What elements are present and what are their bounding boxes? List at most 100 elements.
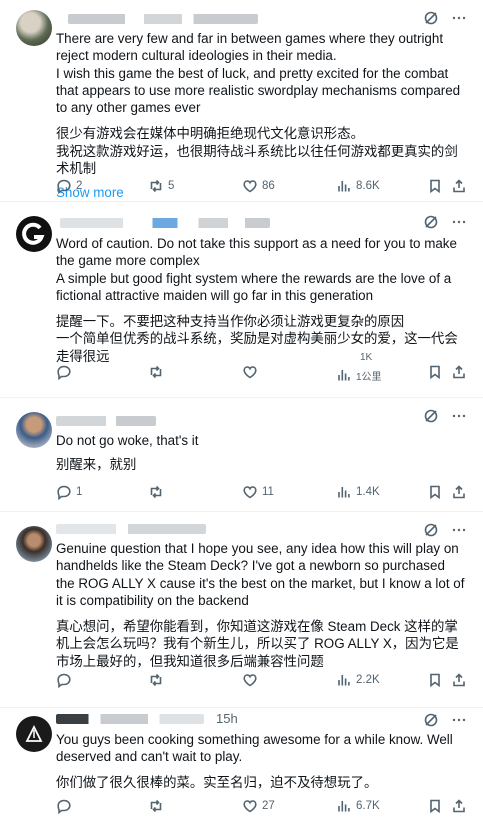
- tweet-header-actions: [423, 408, 467, 424]
- tweet-zh-text: 我祝这款游戏好运，也很期待战斗系统比以往任何游戏都更真实的剑术机制: [56, 143, 458, 177]
- author-name[interactable]: [56, 714, 204, 724]
- repost-button[interactable]: [148, 672, 164, 688]
- tweet-en-text: There are very few and far in between ga…: [56, 31, 444, 64]
- like-button[interactable]: 27: [242, 798, 275, 814]
- author-name[interactable]: [68, 14, 258, 24]
- like-count: 27: [262, 800, 275, 812]
- tweet-header-actions: [423, 214, 467, 230]
- reply-button[interactable]: [56, 798, 72, 814]
- author-name[interactable]: [56, 416, 156, 426]
- bookmark-button[interactable]: [427, 364, 443, 380]
- avatar[interactable]: [16, 526, 52, 562]
- tweet-header-actions: [423, 10, 467, 26]
- repost-button[interactable]: [148, 798, 164, 814]
- bookmark-icon: [427, 484, 443, 500]
- share-button[interactable]: [451, 798, 467, 814]
- reply-icon: [56, 178, 72, 194]
- grok-icon[interactable]: [423, 408, 439, 424]
- like-icon: [242, 364, 258, 380]
- view-count-primary: 1K: [360, 352, 373, 363]
- repost-button[interactable]: [148, 484, 164, 500]
- share-button[interactable]: [451, 178, 467, 194]
- tweet-en-text: I wish this game the best of luck, and p…: [56, 65, 461, 116]
- view-count: 1K 1公里: [356, 352, 382, 384]
- view-count-secondary: 1公里: [356, 372, 382, 383]
- avatar[interactable]: [16, 716, 52, 752]
- share-icon: [451, 672, 467, 688]
- like-button[interactable]: [242, 364, 258, 380]
- bookmark-button[interactable]: [427, 798, 443, 814]
- view-count: 1.4K: [356, 486, 380, 498]
- repost-icon: [148, 364, 164, 380]
- views-button[interactable]: 1.4K: [336, 484, 380, 500]
- reply-button[interactable]: [56, 364, 72, 380]
- like-button[interactable]: 11: [242, 484, 274, 500]
- author-name[interactable]: [56, 524, 206, 534]
- bookmark-icon: [427, 178, 443, 194]
- tweet-header-actions: [423, 712, 467, 728]
- repost-icon: [148, 798, 164, 814]
- share-button[interactable]: [451, 484, 467, 500]
- reply-button[interactable]: 2: [56, 178, 82, 194]
- tweet-text: Word of caution. Do not take this suppor…: [56, 235, 465, 365]
- avatar[interactable]: [16, 216, 52, 252]
- more-icon[interactable]: [451, 10, 467, 26]
- tweet-actions: 27 6.7K: [50, 798, 469, 818]
- tweet[interactable]: Do not go woke, that's it 别醒来，就别 1 11 1.…: [0, 398, 483, 512]
- like-icon: [242, 178, 258, 194]
- tweet[interactable]: Word of caution. Do not take this suppor…: [0, 202, 483, 398]
- grok-icon[interactable]: [423, 522, 439, 538]
- bookmark-button[interactable]: [427, 484, 443, 500]
- repost-icon: [148, 484, 164, 500]
- tweet-text: You guys been cooking something awesome …: [56, 731, 465, 791]
- repost-icon: [148, 672, 164, 688]
- views-icon: [336, 178, 352, 194]
- tweet-zh-text: 很少有游戏会在媒体中明确拒绝现代文化意识形态。: [56, 126, 364, 142]
- like-button[interactable]: 86: [242, 178, 275, 194]
- views-button[interactable]: 1K 1公里: [336, 352, 382, 384]
- views-icon: [336, 672, 352, 688]
- views-button[interactable]: 8.6K: [336, 178, 380, 194]
- bookmark-button[interactable]: [427, 178, 443, 194]
- share-icon: [451, 364, 467, 380]
- grok-icon[interactable]: [423, 712, 439, 728]
- more-icon[interactable]: [451, 712, 467, 728]
- tweet[interactable]: 15h You guys been cooking something awes…: [0, 708, 483, 821]
- share-button[interactable]: [451, 672, 467, 688]
- more-icon[interactable]: [451, 214, 467, 230]
- tweet-text: Genuine question that I hope you see, an…: [56, 540, 465, 670]
- tweet[interactable]: There are very few and far in between ga…: [0, 0, 483, 202]
- bookmark-icon: [427, 798, 443, 814]
- tweet[interactable]: Genuine question that I hope you see, an…: [0, 512, 483, 708]
- tweet-header-actions: [423, 522, 467, 538]
- author-name[interactable]: [60, 218, 270, 228]
- reply-button[interactable]: 1: [56, 484, 82, 500]
- tweet-actions: 1K 1公里: [50, 352, 469, 383]
- view-count: 6.7K: [356, 800, 380, 812]
- reply-button[interactable]: [56, 672, 72, 688]
- like-icon: [242, 798, 258, 814]
- avatar[interactable]: [16, 10, 52, 46]
- views-button[interactable]: 6.7K: [336, 798, 380, 814]
- like-button[interactable]: [242, 672, 258, 688]
- tweet-en-text: Word of caution. Do not take this suppor…: [56, 236, 457, 269]
- grok-icon[interactable]: [423, 10, 439, 26]
- bookmark-button[interactable]: [427, 672, 443, 688]
- more-icon[interactable]: [451, 408, 467, 424]
- logo-icon: [17, 717, 51, 751]
- tweet-time[interactable]: 15h: [216, 711, 238, 726]
- bookmark-icon: [427, 364, 443, 380]
- share-button[interactable]: [451, 364, 467, 380]
- repost-button[interactable]: 5: [148, 178, 174, 194]
- reply-icon: [56, 484, 72, 500]
- repost-icon: [148, 178, 164, 194]
- views-button[interactable]: 2.2K: [336, 672, 380, 688]
- grok-icon[interactable]: [423, 214, 439, 230]
- avatar[interactable]: [16, 412, 52, 448]
- share-icon: [451, 178, 467, 194]
- repost-button[interactable]: [148, 364, 164, 380]
- tweet-en-text: Genuine question that I hope you see, an…: [56, 541, 465, 608]
- views-icon: [336, 484, 352, 500]
- more-icon[interactable]: [451, 522, 467, 538]
- like-count: 86: [262, 180, 275, 192]
